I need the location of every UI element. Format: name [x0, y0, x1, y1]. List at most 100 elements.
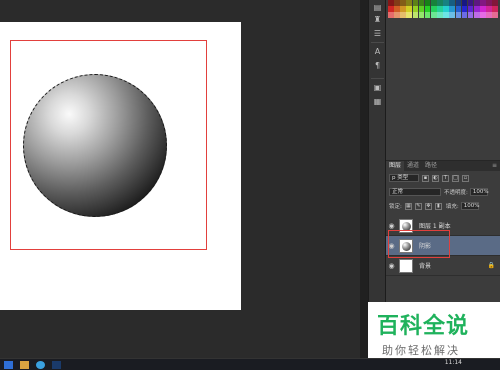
lock-all-icon[interactable]: ▮ — [434, 202, 442, 210]
color-swatch[interactable] — [467, 0, 474, 6]
color-swatch[interactable] — [424, 0, 431, 6]
color-swatch[interactable] — [461, 12, 468, 18]
color-swatch[interactable] — [492, 6, 498, 12]
visibility-eye-icon[interactable]: ◉ — [386, 262, 397, 270]
document-workspace[interactable] — [0, 0, 360, 358]
filter-kind-select[interactable]: p 类型 — [389, 174, 419, 182]
color-swatch[interactable] — [486, 0, 492, 6]
lock-icon: 🔒 — [487, 262, 495, 269]
taskbar-clock: 11:14 — [444, 359, 462, 366]
color-swatch[interactable] — [412, 6, 419, 12]
color-swatch[interactable] — [467, 6, 474, 12]
tab-layers[interactable]: 图层 — [386, 161, 405, 171]
color-swatch[interactable] — [424, 6, 431, 12]
color-swatch[interactable] — [400, 0, 406, 6]
filter-smart-icon[interactable]: ▫ — [462, 174, 469, 182]
fill-field[interactable]: 100% — [460, 202, 479, 210]
color-swatch[interactable] — [486, 12, 492, 18]
opacity-field[interactable]: 100% — [469, 188, 489, 196]
color-swatch[interactable] — [418, 0, 425, 6]
photoshop-icon[interactable] — [52, 361, 61, 369]
color-swatch[interactable] — [492, 12, 498, 18]
color-swatch[interactable] — [449, 6, 456, 12]
color-swatch[interactable] — [412, 0, 419, 6]
color-swatch[interactable] — [424, 12, 431, 18]
color-swatch[interactable] — [388, 12, 394, 18]
color-swatch[interactable] — [418, 6, 425, 12]
browser-icon[interactable] — [36, 361, 45, 369]
color-swatch[interactable] — [437, 12, 443, 18]
color-swatch[interactable] — [406, 0, 413, 6]
tab-paths[interactable]: 路径 — [422, 161, 440, 171]
adjust-sliders-icon[interactable]: ☰ — [371, 28, 384, 39]
layer-name: 背景 — [419, 263, 432, 270]
color-swatch[interactable] — [486, 6, 492, 12]
lock-move-icon[interactable]: ✥ — [424, 202, 432, 210]
filter-pixel-icon[interactable]: ▪ — [422, 174, 429, 182]
color-swatch[interactable] — [406, 12, 413, 18]
color-swatch[interactable] — [461, 6, 468, 12]
paint-bucket-icon[interactable]: ♜ — [371, 14, 384, 25]
gradient-sphere-selection[interactable] — [23, 74, 167, 217]
divider — [371, 42, 384, 43]
filter-adjust-icon[interactable]: ◐ — [432, 174, 439, 182]
color-swatch[interactable] — [443, 6, 449, 12]
color-swatch[interactable] — [394, 12, 400, 18]
layer-row-background[interactable]: ◉ 背景 🔒 — [386, 256, 500, 276]
panel-separator — [360, 0, 368, 358]
color-swatch[interactable] — [437, 0, 443, 6]
color-swatch[interactable] — [480, 0, 486, 6]
color-swatch[interactable] — [492, 0, 498, 6]
color-swatch[interactable] — [473, 6, 480, 12]
color-swatch[interactable] — [455, 0, 462, 6]
character-icon[interactable]: A — [371, 46, 384, 57]
color-swatch[interactable] — [473, 0, 480, 6]
taskbar: 11:14 — [0, 358, 500, 370]
paragraph-icon[interactable]: ¶ — [371, 60, 384, 71]
color-swatch[interactable] — [388, 6, 394, 12]
filter-shape-icon[interactable]: □ — [452, 174, 459, 182]
color-swatch[interactable] — [455, 6, 462, 12]
color-swatch[interactable] — [430, 12, 437, 18]
visibility-eye-icon[interactable]: ◉ — [386, 222, 397, 230]
color-swatch[interactable] — [394, 0, 400, 6]
folder-icon[interactable] — [20, 361, 29, 369]
color-swatch[interactable] — [400, 6, 406, 12]
lock-pixels-icon[interactable]: ▦ — [404, 202, 412, 210]
color-swatch[interactable] — [443, 0, 449, 6]
lock-label: 锁定: — [389, 204, 402, 210]
color-swatch[interactable] — [394, 6, 400, 12]
red-highlight-layer — [388, 230, 450, 258]
color-swatch[interactable] — [430, 6, 437, 12]
blend-opacity-row: 正常 不透明度: 100% — [386, 188, 500, 196]
blend-mode-select[interactable]: 正常 — [389, 188, 441, 196]
swatches-panel[interactable] — [388, 0, 498, 18]
color-swatch[interactable] — [449, 0, 456, 6]
color-swatch[interactable] — [455, 12, 462, 18]
notes-icon[interactable]: ▦ — [371, 96, 384, 107]
layer-comps-icon[interactable]: ▣ — [371, 82, 384, 93]
opacity-label: 不透明度: — [444, 190, 468, 196]
color-swatch[interactable] — [480, 12, 486, 18]
windows-start-icon[interactable] — [4, 361, 13, 369]
panel-menu-icon[interactable]: ≡ — [489, 161, 500, 171]
color-swatch[interactable] — [412, 12, 419, 18]
properties-icon[interactable]: ▤ — [371, 2, 384, 13]
color-swatch[interactable] — [473, 12, 480, 18]
lock-paint-icon[interactable]: ✎ — [414, 202, 422, 210]
color-swatch[interactable] — [480, 6, 486, 12]
color-swatch[interactable] — [406, 6, 413, 12]
layer-thumbnail — [399, 258, 413, 273]
color-swatch[interactable] — [467, 12, 474, 18]
color-swatch[interactable] — [400, 12, 406, 18]
color-swatch[interactable] — [449, 12, 456, 18]
tab-channels[interactable]: 通道 — [404, 161, 422, 171]
color-swatch[interactable] — [388, 0, 394, 6]
color-swatch[interactable] — [443, 12, 449, 18]
color-swatch[interactable] — [437, 6, 443, 12]
color-swatch[interactable] — [430, 0, 437, 6]
layer-filter-row: p 类型 ▪ ◐ T □ ▫ — [386, 174, 500, 182]
color-swatch[interactable] — [418, 12, 425, 18]
color-swatch[interactable] — [461, 0, 468, 6]
filter-type-icon[interactable]: T — [442, 174, 449, 182]
